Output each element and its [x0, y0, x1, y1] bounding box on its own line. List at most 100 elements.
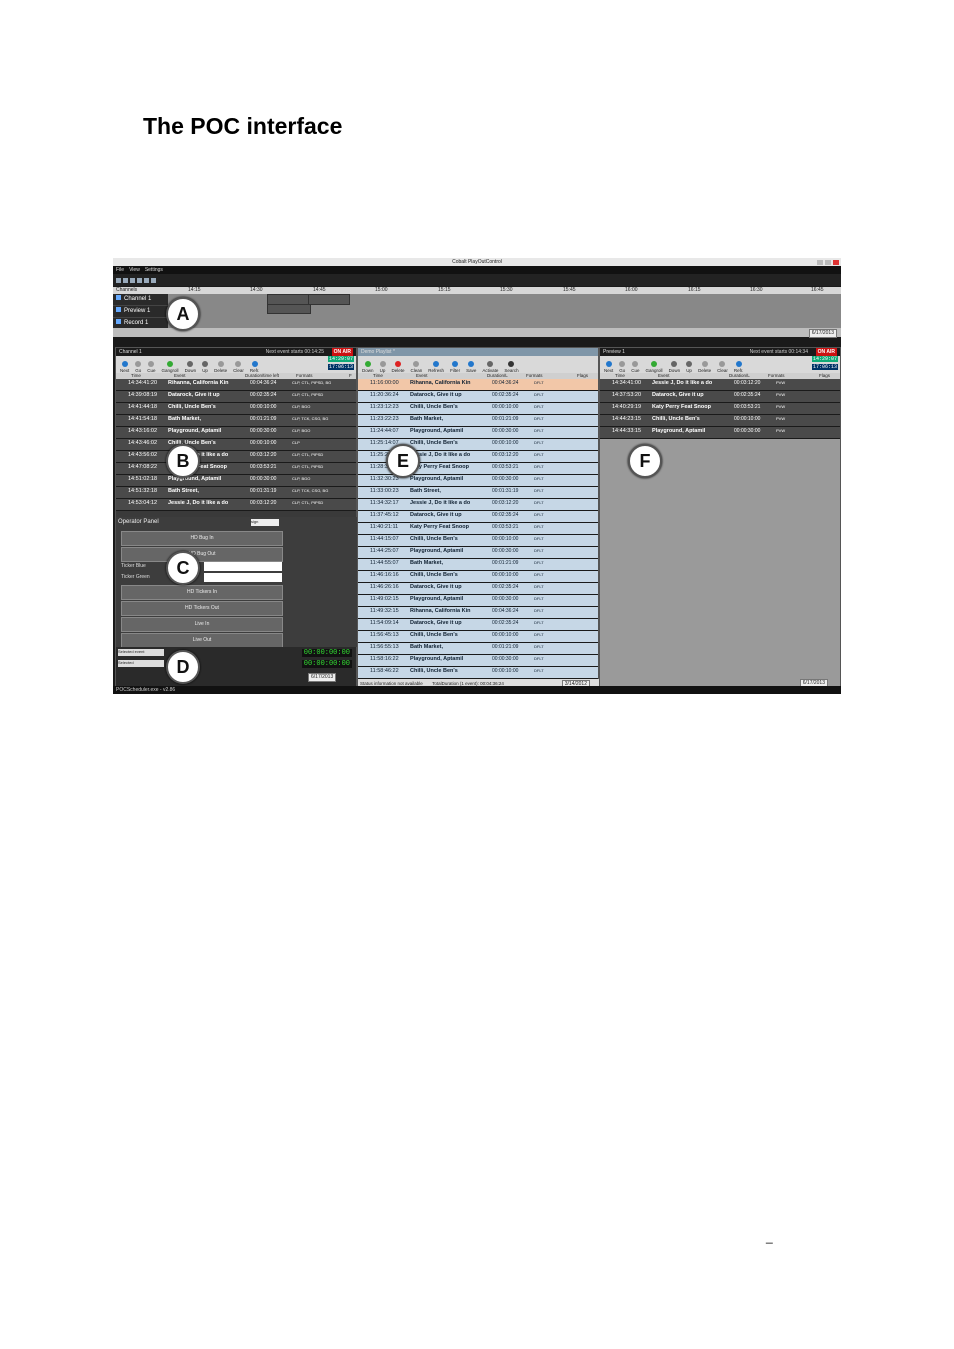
down-button[interactable]: Down	[185, 361, 196, 373]
clear-button[interactable]: Clear	[717, 361, 728, 373]
table-row[interactable]: 14:40:29:19 Katy Perry Feat Snoop 00:03:53…	[600, 403, 840, 415]
toolbar-icon[interactable]	[151, 277, 156, 283]
table-row[interactable]: 14:44:23:15 Chilli, Uncle Ben's 00:00:10:0…	[600, 415, 840, 427]
hd-tickers-out-button[interactable]: HD Tickers Out	[121, 601, 283, 616]
channel-item[interactable]: Preview 1	[113, 306, 168, 318]
toolbar-icon[interactable]	[123, 277, 128, 283]
table-row[interactable]: 14:53:04:12 Jessie J, Do it like a do 00:0…	[116, 499, 356, 511]
table-row[interactable]: 11:44:55:07 Bath Market, 00:01:21:09 DFLT	[358, 559, 598, 571]
table-row[interactable]: 14:39:08:19 Datarock, Give it up 00:02:35:…	[116, 391, 356, 403]
table-row[interactable]: 11:56:45:13 Chilli, Uncle Ben's 00:00:10:0…	[358, 631, 598, 643]
table-row[interactable]: 11:58:16:22 Playground, Aptamil 00:00:30:0…	[358, 655, 598, 667]
table-row[interactable]: 11:54:09:14 Datarock, Give it up 00:02:35:…	[358, 619, 598, 631]
timeline-event-block[interactable]	[308, 294, 350, 305]
menu-view[interactable]: View	[129, 266, 140, 274]
table-row[interactable]: 11:49:02:15 Playground, Aptamil 00:00:30:0…	[358, 595, 598, 607]
activate-button[interactable]: Activate	[482, 361, 498, 373]
refresh-button[interactable]: Refr.	[250, 361, 259, 373]
toolbar-icon[interactable]	[144, 277, 149, 283]
table-row[interactable]: 11:58:46:22 Chilli, Uncle Ben's 00:00:10:0…	[358, 667, 598, 679]
table-row[interactable]: 11:23:12:23 Chilli, Uncle Ben's 00:00:10:0…	[358, 403, 598, 415]
table-row[interactable]: 11:24:44:07 Playground, Aptamil 00:00:30:0…	[358, 427, 598, 439]
table-row[interactable]: 11:46:16:16 Chilli, Uncle Ben's 00:00:10:0…	[358, 571, 598, 583]
filter-button[interactable]: Filter	[450, 361, 460, 373]
minimize-icon[interactable]	[817, 259, 823, 265]
timeline-date[interactable]: 6/17/2013	[808, 329, 837, 338]
timeline-scrollbar[interactable]: 6/17/2013	[113, 328, 841, 338]
cue-button[interactable]: Cue	[147, 361, 156, 373]
table-row[interactable]: 14:51:02:18 Playground, Aptamil 00:00:30:0…	[116, 475, 356, 487]
toolbar-icon[interactable]	[137, 277, 142, 283]
table-row[interactable]: 11:33:00:23 Bath Street, 00:01:31:19 DFLT	[358, 487, 598, 499]
delete-button[interactable]: Delete	[698, 361, 711, 373]
channel-item[interactable]: Channel 1	[113, 294, 168, 306]
activate-icon	[487, 361, 494, 367]
next-button[interactable]: Next	[120, 361, 129, 373]
up-button[interactable]: Up	[202, 361, 209, 373]
table-row[interactable]: 11:49:32:15 Rihanna, California Kin 00:04:…	[358, 607, 598, 619]
left-panel-date[interactable]: 6/17/2013	[308, 673, 337, 682]
search-button[interactable]: Search	[504, 361, 519, 373]
table-row[interactable]: 11:56:55:13 Bath Market, 00:01:21:09 DFLT	[358, 643, 598, 655]
table-row[interactable]: 11:37:45:12 Datarock, Give it up 00:02:35:…	[358, 511, 598, 523]
cell-duration: 00:03:12:20	[250, 452, 277, 458]
live-out-button[interactable]: Live Out	[121, 633, 283, 648]
gangroll-button[interactable]: Gangroll	[162, 361, 179, 373]
down-button[interactable]: Down	[669, 361, 680, 373]
table-row[interactable]: 11:46:26:16 Datarock, Give it up 00:02:35:…	[358, 583, 598, 595]
cell-event: Chilli, Uncle Ben's	[410, 632, 458, 638]
table-row[interactable]: 11:34:32:17 Jessie J, Do it like a do 00:0…	[358, 499, 598, 511]
ticker-blue-input[interactable]	[204, 562, 282, 571]
menu-file[interactable]: File	[116, 266, 124, 274]
selected-select[interactable]: Selected	[118, 660, 164, 667]
ticker-green-input[interactable]	[204, 573, 282, 582]
table-row[interactable]: 14:37:53:20 Datarock, Give it up 00:02:35:…	[600, 391, 840, 403]
gangroll-button[interactable]: Gangroll	[646, 361, 663, 373]
close-icon[interactable]	[833, 259, 839, 265]
table-row[interactable]: 11:44:25:07 Playground, Aptamil 00:00:30:0…	[358, 547, 598, 559]
cue-button[interactable]: Cue	[631, 361, 640, 373]
delete-button[interactable]: Delete	[392, 361, 405, 373]
table-row[interactable]: 14:34:41:00 Jessie J, Do it like a do 00:0…	[600, 379, 840, 391]
up-button[interactable]: Up	[379, 361, 386, 373]
go-button[interactable]: Go	[135, 361, 141, 373]
cell-time: 14:51:32:18	[128, 488, 158, 494]
table-row[interactable]: 11:23:22:23 Bath Market, 00:01:21:09 DFLT	[358, 415, 598, 427]
clear-button[interactable]: Clear	[233, 361, 244, 373]
save-button[interactable]: Save	[466, 361, 476, 373]
hd-bug-out-button[interactable]: HD Bug Out	[121, 547, 283, 562]
down-button[interactable]: Down	[362, 361, 374, 373]
table-row[interactable]: 14:47:08:22Katy Perry Feat Snoop00:03:53…	[116, 463, 356, 475]
live-in-button[interactable]: Live In	[121, 617, 283, 632]
go-button[interactable]: Go	[619, 361, 625, 373]
table-row[interactable]: 14:51:32:18 Bath Street, 00:01:31:19 CLP, T…	[116, 487, 356, 499]
hd-bug-in-button[interactable]: HD Bug In	[121, 531, 283, 546]
table-row[interactable]: 14:43:16:02 Playground, Aptamil 00:00:30:0…	[116, 427, 356, 439]
table-row[interactable]: 11:44:15:07 Chilli, Uncle Ben's 00:00:10:0…	[358, 535, 598, 547]
up-button[interactable]: Up	[686, 361, 693, 373]
toolbar-icon[interactable]	[116, 277, 121, 283]
menu-settings[interactable]: Settings	[145, 266, 163, 274]
table-row[interactable]: 14:43:56:02Jessie J, Do it like a do00:0…	[116, 451, 356, 463]
clean-button[interactable]: Clean	[411, 361, 422, 373]
timeline-event-block[interactable]	[267, 304, 311, 314]
table-row[interactable]: 14:34:41:20 Rihanna, California Kin 00:04:…	[116, 379, 356, 391]
operator-panel-select[interactable]: sign	[251, 519, 279, 526]
next-button[interactable]: Next	[604, 361, 613, 373]
table-row[interactable]: 11:20:36:24 Datarock, Give it up 00:02:35:…	[358, 391, 598, 403]
table-row[interactable]: 11:16:00:00 Rihanna, California Kin 00:04:…	[358, 379, 598, 391]
selected-event-select[interactable]: Selected event	[118, 649, 164, 656]
table-row[interactable]: 14:44:33:15 Playground, Aptamil 00:00:30:0…	[600, 427, 840, 439]
table-row[interactable]: 11:40:21:11 Katy Perry Feat Snoop 00:03:53…	[358, 523, 598, 535]
table-row[interactable]: 14:41:44:18 Chilli, Uncle Ben's 00:00:10:0…	[116, 403, 356, 415]
delete-button[interactable]: Delete	[214, 361, 227, 373]
toolbar-icon[interactable]	[130, 277, 135, 283]
maximize-icon[interactable]	[825, 259, 831, 265]
table-row[interactable]: 14:41:54:18 Bath Market, 00:01:21:09 CLP, T…	[116, 415, 356, 427]
refresh-button[interactable]: Refresh	[428, 361, 444, 373]
table-row[interactable]: 14:43:46:02 Chilli, Uncle Ben's 00:00:10:0…	[116, 439, 356, 451]
refresh-button[interactable]: Refr.	[734, 361, 743, 373]
cell-event: Playground, Aptamil	[410, 476, 464, 482]
hd-tickers-in-button[interactable]: HD Tickers In	[121, 585, 283, 600]
table-row[interactable]: 11:32:30:23 Playground, Aptamil 00:00:30:0…	[358, 475, 598, 487]
